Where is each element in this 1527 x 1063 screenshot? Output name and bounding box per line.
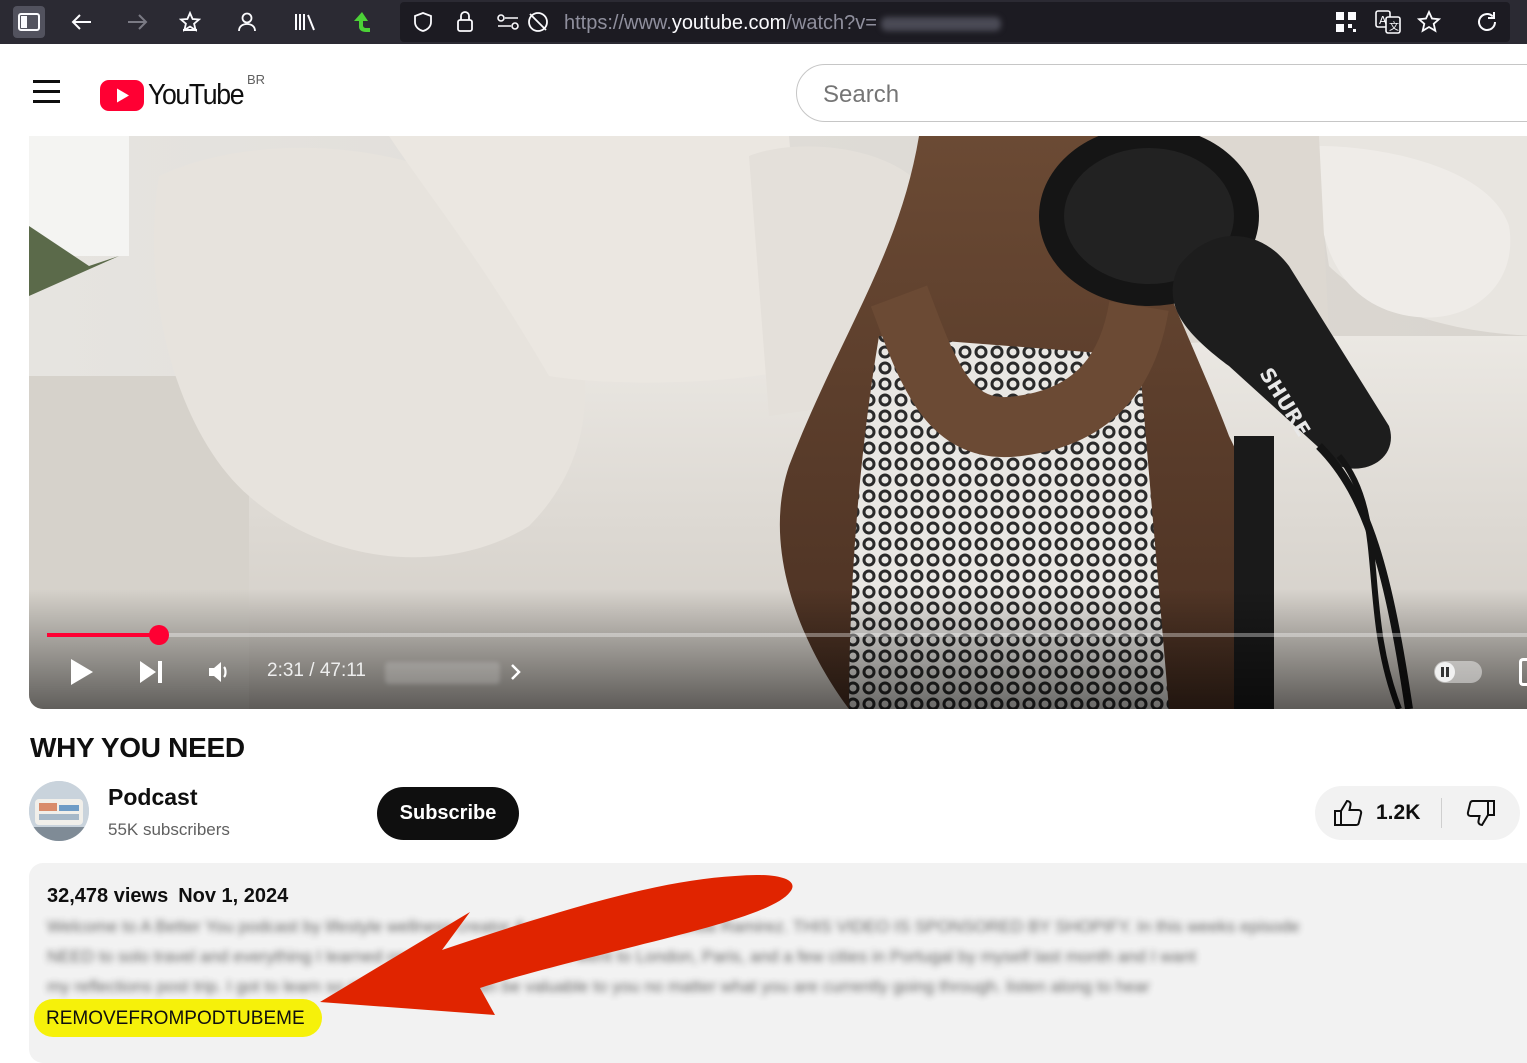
search-box[interactable] xyxy=(796,64,1527,122)
extension-arrow-icon[interactable] xyxy=(346,6,378,38)
url-text[interactable]: https://www.youtube.com/watch?v= xyxy=(564,12,1001,35)
upload-date: Nov 1, 2024 xyxy=(178,885,289,907)
account-icon[interactable] xyxy=(231,6,263,38)
permissions-icon[interactable] xyxy=(496,12,520,32)
browser-toolbar: https://www.youtube.com/watch?v= A文 xyxy=(0,0,1527,44)
sidebar-toggle-icon[interactable] xyxy=(13,6,45,38)
translate-icon[interactable]: A文 xyxy=(1375,10,1401,34)
video-player[interactable]: SHURE 2:31 / 47:11 xyxy=(29,136,1527,709)
back-icon[interactable] xyxy=(66,6,98,38)
bookmark-star-icon[interactable] xyxy=(1417,10,1441,34)
chevron-right-icon[interactable] xyxy=(505,660,527,684)
chapter-title-redacted[interactable] xyxy=(385,662,500,684)
address-bar[interactable]: https://www.youtube.com/watch?v= A文 xyxy=(400,2,1510,42)
description-meta: 32,478 views Nov 1, 2024 xyxy=(47,885,298,908)
lock-icon[interactable] xyxy=(455,10,475,34)
volume-icon[interactable] xyxy=(201,654,237,690)
youtube-play-logo-icon xyxy=(100,79,144,111)
shield-icon[interactable] xyxy=(412,11,434,33)
view-count: 32,478 views xyxy=(47,885,169,907)
logo-wordmark: YouTube xyxy=(148,78,245,111)
video-title: WHY YOU NEED xyxy=(30,732,245,763)
play-icon[interactable] xyxy=(63,654,99,690)
subscribe-button[interactable]: Subscribe xyxy=(377,787,519,840)
youtube-header: YouTube BR xyxy=(0,44,1527,136)
thumbs-down-icon xyxy=(1466,800,1495,827)
progress-bar[interactable] xyxy=(47,625,1527,645)
library-icon[interactable] xyxy=(289,6,321,38)
next-icon[interactable] xyxy=(133,654,169,690)
qr-code-icon[interactable] xyxy=(1335,11,1357,33)
like-dislike-group: 1.2K xyxy=(1315,786,1520,840)
reload-icon[interactable] xyxy=(1471,6,1503,38)
thumbs-up-icon xyxy=(1334,799,1363,826)
subscriber-count: 55K subscribers xyxy=(108,820,230,839)
forward-icon[interactable] xyxy=(121,6,153,38)
description-text-blurred: my reflections post trip. I got to learn… xyxy=(47,977,1150,996)
svg-text:文: 文 xyxy=(1389,20,1399,33)
region-code: BR xyxy=(247,72,266,87)
search-input[interactable] xyxy=(821,80,1425,110)
youtube-logo[interactable]: YouTube xyxy=(100,78,251,111)
like-count: 1.2K xyxy=(1376,801,1421,824)
tracking-blocked-icon[interactable] xyxy=(526,10,550,34)
description-text-blurred: NEED to solo travel and everything I lea… xyxy=(47,947,1197,966)
highlighted-tag: REMOVEFROMPODTUBEME xyxy=(46,1008,305,1029)
progress-fill xyxy=(47,633,160,637)
hamburger-menu-icon[interactable] xyxy=(30,80,62,104)
controls-gradient xyxy=(29,589,1527,709)
subtitles-icon[interactable] xyxy=(1519,658,1527,686)
dislike-button[interactable] xyxy=(1442,786,1520,840)
url-redacted xyxy=(880,16,1001,31)
channel-name[interactable]: Podcast xyxy=(108,784,197,811)
autoplay-toggle[interactable] xyxy=(1434,661,1482,683)
like-button[interactable]: 1.2K xyxy=(1315,786,1441,840)
description-text-blurred: Welcome to A Better You podcast by lifes… xyxy=(47,917,1300,936)
channel-avatar[interactable] xyxy=(29,781,89,841)
bookmark-star-icon[interactable] xyxy=(174,6,206,38)
pause-icon xyxy=(1435,662,1455,682)
time-display: 2:31 / 47:11 xyxy=(267,660,366,681)
